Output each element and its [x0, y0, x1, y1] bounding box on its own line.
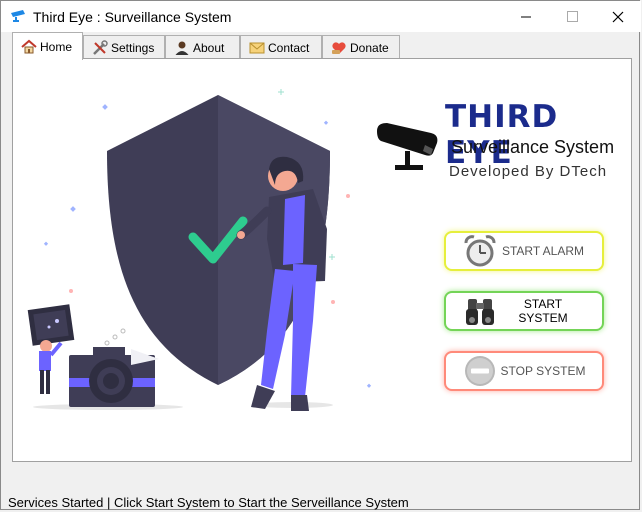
tab-label: Donate — [350, 40, 389, 55]
title-bar[interactable]: Third Eye : Surveillance System — [1, 1, 641, 32]
security-illustration — [27, 89, 372, 411]
maximize-icon — [566, 11, 578, 22]
tab-home[interactable]: Home — [12, 32, 83, 60]
cctv-camera-icon — [377, 123, 438, 170]
start-system-label: START SYSTEM — [518, 297, 568, 325]
start-system-button[interactable]: START SYSTEM — [444, 291, 604, 331]
stop-system-button[interactable]: STOP SYSTEM — [444, 351, 604, 391]
start-alarm-button[interactable]: START ALARM — [444, 231, 604, 271]
close-button[interactable] — [595, 1, 641, 32]
tab-label: Contact — [268, 40, 310, 55]
tab-contact[interactable]: Contact — [240, 35, 322, 59]
user-icon — [175, 41, 189, 55]
home-icon — [21, 39, 37, 53]
start-alarm-label: START ALARM — [501, 244, 585, 258]
envelope-icon — [249, 42, 265, 53]
alarm-clock-icon — [464, 235, 496, 267]
tab-donate[interactable]: Donate — [322, 35, 400, 59]
minimize-button[interactable] — [503, 1, 549, 32]
logo-subtitle: Surveillance System — [451, 137, 615, 157]
stop-icon — [465, 356, 495, 386]
app-window: Third Eye : Surveillance System Home Set… — [0, 0, 641, 510]
tab-settings[interactable]: Settings — [83, 35, 165, 59]
close-icon — [612, 11, 624, 22]
tab-label: About — [193, 40, 225, 55]
third-eye-logo: THIRD EYE Surveillance System Developed … — [375, 97, 625, 187]
tab-label: Settings — [111, 40, 155, 55]
tools-icon — [93, 39, 108, 55]
maximize-button[interactable] — [549, 1, 595, 32]
binoculars-icon — [466, 299, 494, 325]
home-panel: THIRD EYE Surveillance System Developed … — [12, 58, 632, 462]
stop-system-label: STOP SYSTEM — [500, 364, 586, 378]
tab-label: Home — [40, 39, 73, 54]
logo-title: THIRD EYE — [445, 99, 559, 171]
tab-about[interactable]: About — [165, 35, 240, 59]
donate-icon — [332, 41, 346, 54]
status-bar: Services Started | Click Start System to… — [8, 495, 409, 510]
window-title: Third Eye : Surveillance System — [33, 9, 232, 25]
logo-developer: Developed By DTech — [449, 163, 608, 180]
minimize-icon — [520, 16, 531, 18]
camera-app-icon — [11, 10, 25, 22]
